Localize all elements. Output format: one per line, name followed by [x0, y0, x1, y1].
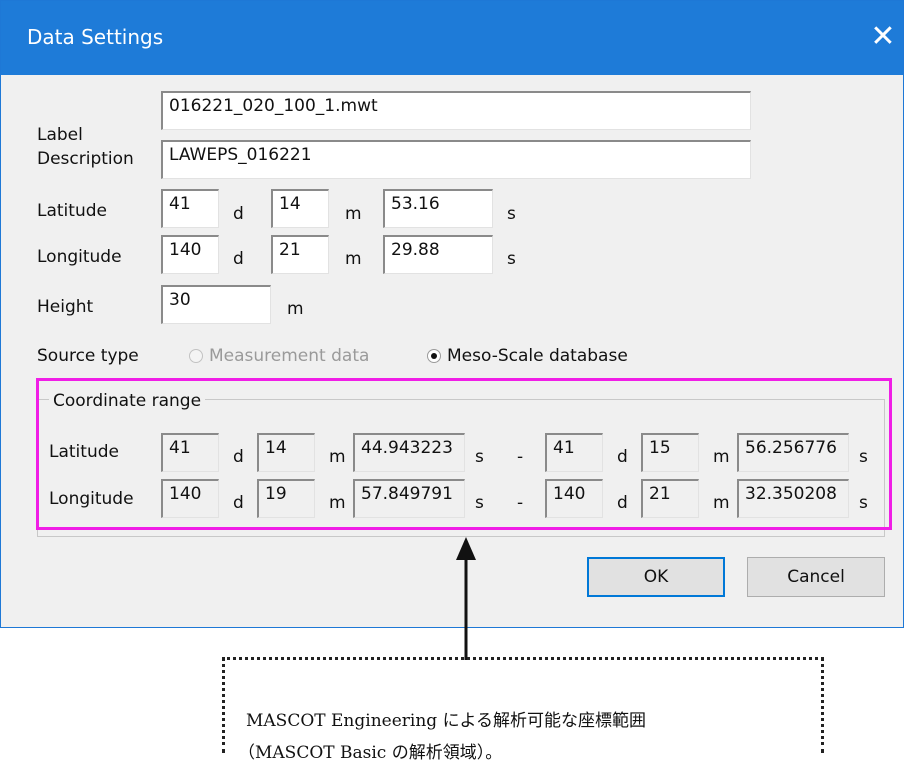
annotation-line2: （MASCOT Basic の解析領域）。 — [238, 743, 503, 763]
annotation-line1: MASCOT Engineering による解析可能な座標範囲 — [246, 711, 647, 731]
annotation-arrow — [456, 537, 476, 660]
